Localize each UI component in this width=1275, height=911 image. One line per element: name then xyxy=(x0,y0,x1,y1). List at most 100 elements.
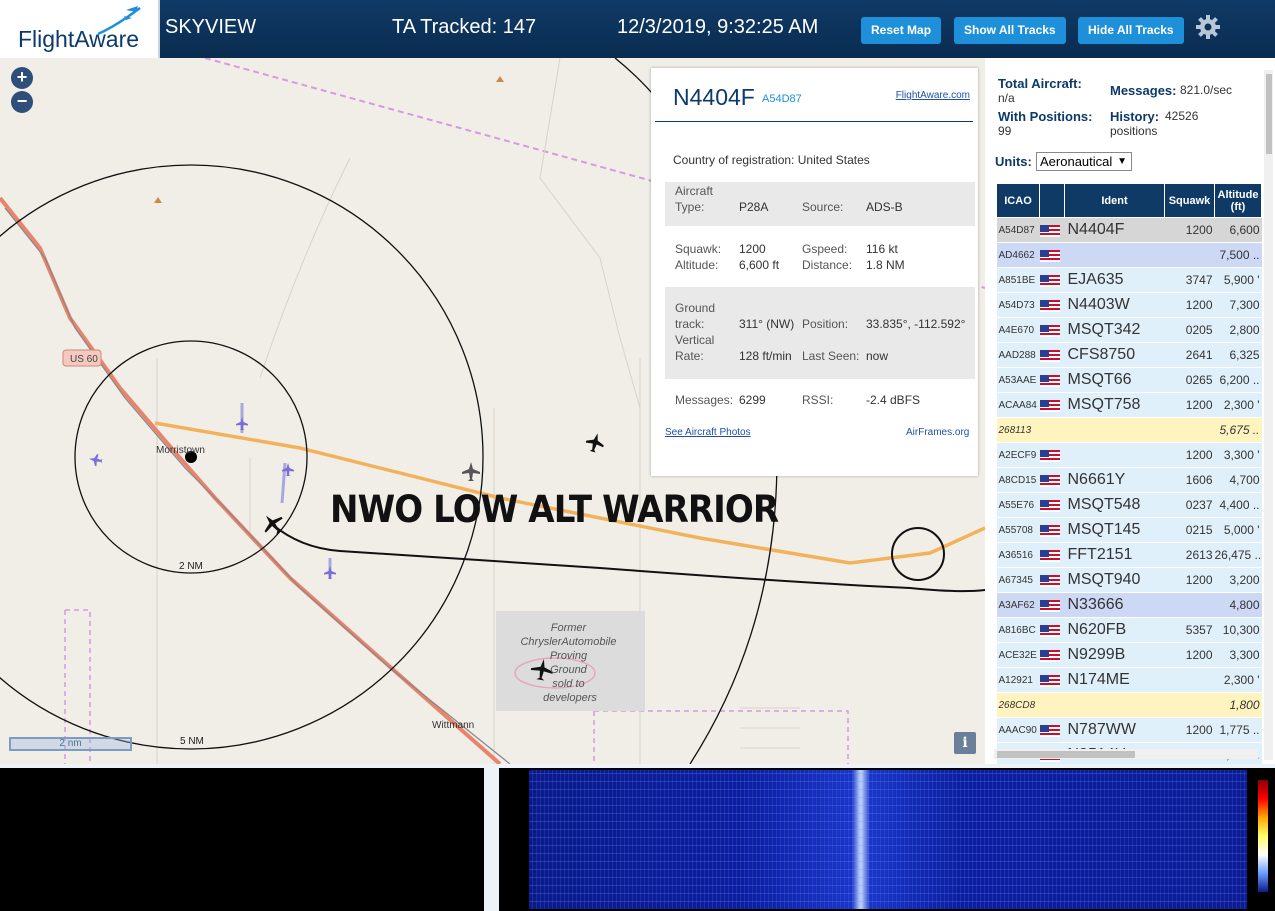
table-row[interactable]: A2ECF9 1200 3,300 ' xyxy=(996,442,1262,468)
show-all-tracks-button[interactable]: Show All Tracks xyxy=(954,17,1066,44)
row-flag xyxy=(1039,592,1065,618)
table-row[interactable]: A54D73 N4403W 1200 7,300 xyxy=(996,292,1262,318)
row-squawk xyxy=(1164,692,1215,718)
table-row[interactable]: A55E76 MSQT548 0237 4,400 .. xyxy=(996,492,1262,518)
row-icao: A55708 xyxy=(996,517,1040,543)
detail-icao: A54D87 xyxy=(762,93,802,105)
units-dropdown[interactable]: Aeronautical ▼ xyxy=(1036,152,1132,171)
table-row[interactable]: A36516 FFT2151 2613 26,475 .. xyxy=(996,542,1262,568)
aircraft-marker[interactable] xyxy=(236,417,248,430)
row-altitude: 1,775 .. xyxy=(1214,717,1262,743)
aircraft-marker[interactable] xyxy=(324,566,336,579)
table-row[interactable]: A55708 MSQT145 0215 5,000 ' xyxy=(996,517,1262,543)
row-ident: MSQT940 xyxy=(1064,567,1165,593)
selected-aircraft-track xyxy=(271,523,985,593)
table-row[interactable]: AD4662 7,500 .. xyxy=(996,242,1262,268)
row-flag xyxy=(1039,367,1065,393)
table-row[interactable]: ACAA84 MSQT758 1200 2,300 ' xyxy=(996,392,1262,418)
table-row[interactable]: A851BE EJA635 3747 5,900 ' xyxy=(996,267,1262,293)
history-value: 42526 xyxy=(1165,109,1199,123)
aircraft-marker[interactable] xyxy=(88,453,103,467)
row-squawk: 1200 xyxy=(1164,642,1215,668)
row-icao: A53AAE xyxy=(996,367,1040,393)
table-row[interactable]: ACE32E N9299B 1200 3,300 xyxy=(996,642,1262,668)
airframes-link[interactable]: AirFrames.org xyxy=(906,427,969,438)
ground-track-label-1: Ground xyxy=(675,301,716,315)
row-altitude: 5,000 ' xyxy=(1214,517,1262,543)
gear-icon[interactable] xyxy=(1195,14,1221,40)
row-icao: A4E670 xyxy=(996,317,1040,343)
row-altitude: 4,800 xyxy=(1214,592,1262,618)
table-row[interactable]: 268CD8 1,800 xyxy=(996,692,1262,718)
zoom-out-button[interactable]: − xyxy=(11,91,33,113)
position-label: Position: xyxy=(802,317,849,331)
hide-all-tracks-button[interactable]: Hide All Tracks xyxy=(1078,17,1184,44)
table-row[interactable]: A4E670 MSQT342 0205 2,800 xyxy=(996,317,1262,343)
boundary-south xyxy=(593,710,849,764)
row-altitude: 6,325 xyxy=(1214,342,1262,368)
table-row[interactable]: A816BC N620FB 5357 10,300 xyxy=(996,617,1262,643)
row-squawk: 0237 xyxy=(1164,492,1215,518)
aircraft-marker-selected[interactable] xyxy=(258,509,288,539)
app-name: SKYVIEW xyxy=(165,16,257,38)
info-icon[interactable]: i xyxy=(954,732,976,754)
table-row[interactable]: A54D87 N4404F 1200 6,600 xyxy=(996,217,1262,243)
aircraft-type-value: P28A xyxy=(739,200,769,214)
row-flag xyxy=(1039,492,1065,518)
table-row[interactable]: A8CD15 N6661Y 1606 4,700 xyxy=(996,467,1262,493)
row-flag xyxy=(1039,567,1065,593)
column-header-altitude[interactable]: Altitude (ft) xyxy=(1214,183,1262,218)
us-flag-icon xyxy=(1039,274,1060,287)
country-of-registration: Country of registration: United States xyxy=(673,153,870,167)
detail-block-position: Ground track: 311° (NW) Position: 33.835… xyxy=(665,287,975,379)
horizontal-scroll-thumb[interactable] xyxy=(997,751,1135,758)
us-flag-icon xyxy=(1039,474,1060,487)
plane-logo-icon xyxy=(97,6,141,36)
us-flag-icon xyxy=(1039,624,1060,637)
us-flag-icon xyxy=(1039,449,1060,462)
us-flag-icon xyxy=(1039,224,1060,237)
zoom-in-button[interactable]: + xyxy=(11,67,33,89)
flightaware-link[interactable]: FlightAware.com xyxy=(896,90,970,101)
row-ident xyxy=(1064,242,1165,268)
column-header-ident[interactable]: Ident xyxy=(1064,183,1165,218)
row-squawk: 1200 xyxy=(1164,567,1215,593)
rssi-label: RSSI: xyxy=(802,393,834,407)
row-flag xyxy=(1039,242,1065,268)
row-flag xyxy=(1039,442,1065,468)
row-altitude: 6,200 .. xyxy=(1214,367,1262,393)
vertical-scroll-thumb[interactable] xyxy=(1266,74,1272,154)
flightaware-logo[interactable]: FlightAware xyxy=(0,0,160,58)
column-header-flag[interactable] xyxy=(1039,183,1065,218)
table-row[interactable]: A3AF62 N33666 4,800 xyxy=(996,592,1262,618)
table-row[interactable]: A12921 N174ME 2,300 ' xyxy=(996,667,1262,693)
column-header-icao[interactable]: ICAO xyxy=(996,183,1040,218)
distance-label: Distance: xyxy=(802,258,853,272)
row-flag xyxy=(1039,617,1065,643)
skyview-app: FlightAware SKYVIEW TA Tracked: 147 12/3… xyxy=(0,0,1275,911)
row-ident: MSQT342 xyxy=(1064,317,1165,343)
row-squawk xyxy=(1164,417,1215,443)
row-altitude: 3,300 ' xyxy=(1214,442,1262,468)
row-flag xyxy=(1039,292,1065,318)
table-row[interactable]: A53AAE MSQT66 0265 6,200 .. xyxy=(996,367,1262,393)
row-altitude: 5,900 ' xyxy=(1214,267,1262,293)
reset-map-button[interactable]: Reset Map xyxy=(861,17,942,44)
row-squawk: 1200 xyxy=(1164,392,1215,418)
column-header-squawk[interactable]: Squawk xyxy=(1164,183,1215,218)
table-row[interactable]: AAD288 CFS8750 2641 6,325 xyxy=(996,342,1262,368)
table-row[interactable]: A67345 MSQT940 1200 3,200 xyxy=(996,567,1262,593)
table-row[interactable]: 268113 5,675 .. xyxy=(996,417,1262,443)
row-flag xyxy=(1039,467,1065,493)
row-flag xyxy=(1039,217,1065,243)
aircraft-marker[interactable] xyxy=(584,431,606,454)
row-ident: MSQT66 xyxy=(1064,367,1165,393)
vertical-scrollbar[interactable] xyxy=(1264,70,1273,760)
table-row[interactable]: AAAC90 N787WW 1200 1,775 .. xyxy=(996,717,1262,743)
row-icao: AD4662 xyxy=(996,242,1040,268)
us-flag-icon xyxy=(1039,249,1060,262)
row-altitude: 26,475 .. xyxy=(1214,542,1262,568)
row-flag xyxy=(1039,417,1065,443)
aircraft-marker[interactable] xyxy=(462,462,480,481)
aircraft-photos-link[interactable]: See Aircraft Photos xyxy=(665,427,751,438)
